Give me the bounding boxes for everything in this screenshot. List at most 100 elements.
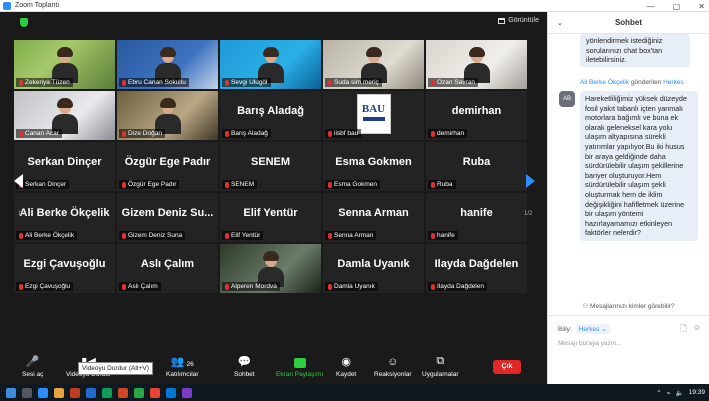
- participant-tile[interactable]: Gizem Deniz Su... Gizem Deniz Suna: [117, 193, 218, 242]
- whatsapp-icon[interactable]: [134, 387, 144, 398]
- message-sender-line: Ali Berke Ökçelik gönderilen Herkes: [580, 79, 684, 86]
- mic-muted-icon: [328, 232, 332, 239]
- chat-tools: 🗋 ☺: [680, 323, 701, 337]
- windows-taskbar: ⌃ ⌁ 🔈 19:39: [0, 384, 709, 401]
- participant-tile[interactable]: Damla Uyanık Damla Uyanık: [323, 244, 424, 293]
- share-screen-button[interactable]: Ekran Paylaşımı: [276, 354, 323, 378]
- participant-tile[interactable]: Ozan Savran: [426, 40, 527, 89]
- participant-name-label: iisbf bau: [325, 129, 362, 138]
- participant-name: Dize Doğan: [128, 130, 162, 137]
- participant-tile[interactable]: Esma Gokmen Esma Gokmen: [323, 142, 424, 191]
- mic-muted-icon: [431, 283, 435, 290]
- security-shield-icon[interactable]: [20, 18, 28, 27]
- participant-tile[interactable]: Ebru Canan Sokullu: [117, 40, 218, 89]
- zoom-taskbar-icon[interactable]: [38, 387, 48, 398]
- file-icon[interactable]: 🗋: [680, 323, 686, 337]
- chrome-icon[interactable]: [150, 387, 160, 398]
- participant-tile[interactable]: Suda sim meriç: [323, 40, 424, 89]
- participant-name: Ebru Canan Sokullu: [128, 79, 186, 86]
- participant-tile[interactable]: BAU iisbf bau: [323, 91, 424, 140]
- participant-name-label: Gizem Deniz Suna: [119, 231, 186, 240]
- participant-tile[interactable]: Ezgi Çavuşoğlu Ezgi Çavuşoğlu: [14, 244, 115, 293]
- participant-tile[interactable]: hanife hanife: [426, 193, 527, 242]
- recipient-select[interactable]: Herkes ⌄: [575, 324, 610, 334]
- powerpoint-icon[interactable]: [118, 387, 128, 398]
- participant-tile[interactable]: Senna Arman Senna Arman: [323, 193, 424, 242]
- participant-display-name: Ali Berke Ökçelik: [19, 207, 110, 219]
- participant-name: Ozan Savran: [437, 79, 475, 86]
- maximize-button[interactable]: ▢: [673, 2, 681, 11]
- minimize-button[interactable]: —: [647, 2, 655, 11]
- window-title: Zoom Toplantı: [15, 2, 60, 9]
- gallery-grid: Zekeriya Tüzen Ebru Canan Sokullu Sevgi Ul…: [14, 40, 529, 342]
- chevron-down-icon[interactable]: ⌄: [557, 19, 563, 27]
- who-can-see-link[interactable]: ⚇ Mesajlarınızı kimler görebilir?: [548, 302, 709, 310]
- participant-name: Ali Berke Ökçelik: [25, 232, 75, 239]
- mic-muted-icon: [328, 283, 332, 290]
- participant-name: Canan Acar: [25, 130, 59, 137]
- participant-display-name: Barış Aladağ: [237, 105, 304, 117]
- participant-tile[interactable]: Zekeriya Tüzen: [14, 40, 115, 89]
- chat-header: ⌄ Sohbet: [548, 12, 709, 34]
- mic-muted-icon: [122, 232, 126, 239]
- search-icon[interactable]: [22, 387, 32, 398]
- folder-icon[interactable]: [54, 387, 64, 398]
- participant-tile[interactable]: Ilayda Dağdelen Ilayda Dağdelen: [426, 244, 527, 293]
- mic-muted-icon: [122, 130, 126, 137]
- participant-name-label: Sevgi Ulugöl: [222, 78, 271, 87]
- mic-muted-icon: [225, 130, 229, 137]
- divider: [548, 315, 709, 316]
- windows-start-icon[interactable]: [6, 387, 16, 398]
- volume-icon[interactable]: 🔈: [676, 389, 684, 397]
- participant-tile[interactable]: Serkan Dinçer Serkan Dinçer: [14, 142, 115, 191]
- chat-button[interactable]: 💬 Sohbet: [234, 354, 255, 378]
- participants-icon: 👥 26: [170, 356, 194, 368]
- participant-tile[interactable]: Dize Doğan: [117, 91, 218, 140]
- edge-icon[interactable]: [166, 387, 176, 398]
- participant-tile[interactable]: Barış Aladağ Barış Aladağ: [220, 91, 321, 140]
- mic-muted-icon: [19, 130, 23, 137]
- participant-display-name: Aslı Çalım: [140, 258, 195, 270]
- system-tray: ⌃ ⌁ 🔈 19:39: [656, 384, 705, 401]
- word-icon[interactable]: [86, 387, 96, 398]
- message-input[interactable]: Mesajı buraya yazın...: [558, 340, 622, 347]
- participant-tile[interactable]: Ali Berke Ökçelik Ali Berke Ökçelik: [14, 193, 115, 242]
- close-button[interactable]: ✕: [698, 2, 705, 11]
- previous-page-arrow-icon[interactable]: [14, 174, 23, 188]
- participant-name: Serkan Dinçer: [25, 181, 67, 188]
- clock[interactable]: 19:39: [689, 389, 705, 396]
- participant-name: Esma Gokmen: [334, 181, 377, 188]
- participant-tile[interactable]: Sevgi Ulugöl: [220, 40, 321, 89]
- next-page-arrow-icon[interactable]: [526, 174, 535, 188]
- view-button-label: Görüntüle: [508, 17, 539, 24]
- reactions-button[interactable]: ☺ Reaksiyonlar: [374, 354, 412, 378]
- leave-button[interactable]: Çık: [493, 360, 521, 374]
- participant-display-name: Esma Gokmen: [335, 156, 412, 168]
- emoji-icon[interactable]: ☺: [693, 323, 701, 337]
- participant-tile[interactable]: Özgür Ege Padır Özgür Ege Padır: [117, 142, 218, 191]
- participant-tile[interactable]: SENEM SENEM: [220, 142, 321, 191]
- participant-name: Ilayda Dağdelen: [437, 283, 484, 290]
- excel-icon[interactable]: [102, 387, 112, 398]
- record-button[interactable]: ◉ Kaydet: [336, 354, 356, 378]
- participant-name: demirhan: [437, 130, 465, 137]
- unmute-button[interactable]: 🎤 Sesi aç: [22, 354, 43, 378]
- tray-chevron-icon[interactable]: ⌃: [656, 389, 661, 397]
- sender-name: Ali Berke Ökçelik: [580, 79, 630, 86]
- participant-tile[interactable]: Aslı Çalım Aslı Çalım: [117, 244, 218, 293]
- office-icon[interactable]: [70, 387, 80, 398]
- participant-tile[interactable]: demirhan demirhan: [426, 91, 527, 140]
- participant-name: Özgür Ege Padır: [128, 181, 177, 188]
- participants-button[interactable]: 👥 26 Katılımcılar: [166, 354, 199, 378]
- participant-tile[interactable]: Alperen Mordva: [220, 244, 321, 293]
- view-button[interactable]: Görüntüle: [498, 17, 539, 24]
- participant-tile[interactable]: Ruba Ruba: [426, 142, 527, 191]
- participant-tile[interactable]: Elif Yentür Elif Yentür: [220, 193, 321, 242]
- previous-message: yönlendirmek istediğiniz sorularınızı ch…: [580, 34, 690, 67]
- participant-name-label: Ebru Canan Sokullu: [119, 78, 189, 87]
- participant-tile[interactable]: Canan Acar: [14, 91, 115, 140]
- apps-button[interactable]: ⧉ Uygulamalar: [422, 354, 459, 378]
- teams-icon[interactable]: [182, 387, 192, 398]
- network-icon[interactable]: ⌁: [667, 389, 671, 397]
- participant-name-label: Ezgi Çavuşoğlu: [16, 282, 74, 291]
